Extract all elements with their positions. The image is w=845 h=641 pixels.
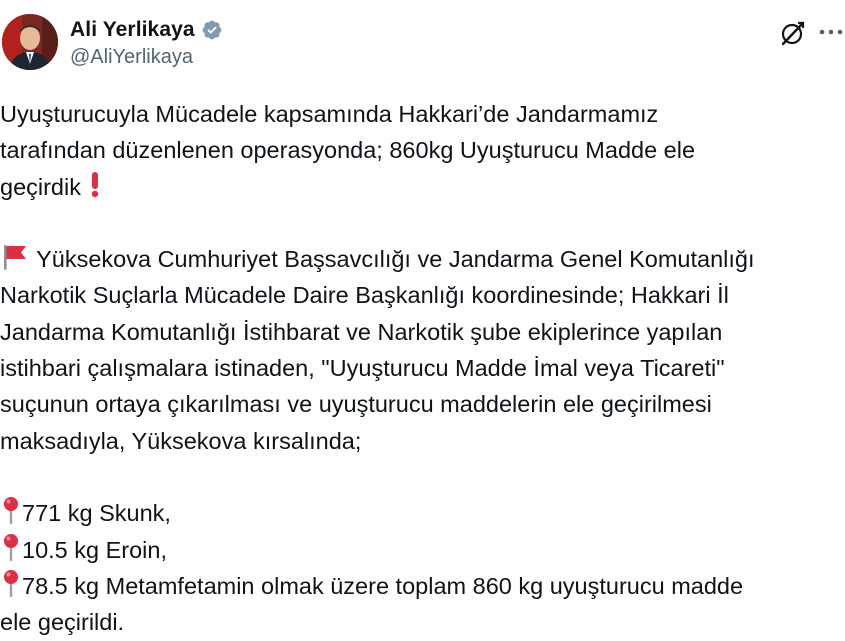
tweet-line: maksadıyla, Yüksekova kırsalında; — [0, 427, 362, 454]
grok-slash-icon[interactable] — [778, 18, 808, 48]
tweet-line-text: geçirdik — [0, 173, 81, 200]
tweet-line: Yüksekova Cumhuriyet Başsavcılığı ve Jan… — [0, 241, 845, 277]
name-row: Ali Yerlikaya — [70, 18, 223, 42]
tweet-line: Narkotik Suçlarla Mücadele Daire Başkanl… — [0, 282, 729, 309]
tweet-line: Uyuşturucuyla Mücadele kapsamında Hakkar… — [0, 101, 659, 127]
tweet-line: istihbari çalışmalara istinaden, "Uyuştu… — [0, 355, 725, 382]
exclamation-emoji-icon — [88, 171, 102, 208]
list-item-text: 10.5 kg Eroin, — [22, 536, 168, 563]
tweet-line-text: Yüksekova Cumhuriyet Başsavcılığı ve Jan… — [36, 246, 755, 273]
list-item: 10.5 kg Eroin, — [0, 532, 845, 568]
tweet-header: Ali Yerlikaya @AliYerlikaya — [0, 10, 845, 74]
tweet-line: geçirdik — [0, 169, 845, 205]
avatar[interactable] — [2, 14, 58, 70]
verified-badge-icon[interactable] — [201, 19, 223, 41]
author-handle[interactable]: @AliYerlikaya — [70, 46, 223, 69]
avatar-image — [2, 14, 58, 70]
round-pushpin-emoji-icon — [0, 533, 22, 571]
display-name[interactable]: Ali Yerlikaya — [70, 18, 195, 42]
more-dots-icon[interactable] — [818, 22, 844, 42]
list-item: 78.5 kg Metamfetamin olmak üzere toplam … — [0, 568, 845, 604]
tweet-line: ele geçirildi. — [0, 609, 125, 636]
round-pushpin-emoji-icon — [0, 496, 22, 534]
list-item-text: 771 kg Skunk, — [22, 500, 171, 527]
list-item-text: 78.5 kg Metamfetamin olmak üzere toplam … — [22, 572, 744, 599]
tweet-text: Uyuşturucuyla Mücadele kapsamında Hakkar… — [0, 96, 845, 640]
round-pushpin-emoji-icon — [0, 569, 22, 607]
author-block: Ali Yerlikaya @AliYerlikaya — [70, 18, 223, 69]
tweet-line: suçunun ortaya çıkarılması ve uyuşturucu… — [0, 391, 712, 418]
list-item: 771 kg Skunk, — [0, 495, 845, 531]
tweet-line: tarafından düzenlenen operasyonda; 860kg… — [0, 137, 696, 164]
tweet-line: Jandarma Komutanlığı İstihbarat ve Narko… — [0, 318, 723, 345]
red-flag-emoji-icon — [0, 244, 30, 280]
